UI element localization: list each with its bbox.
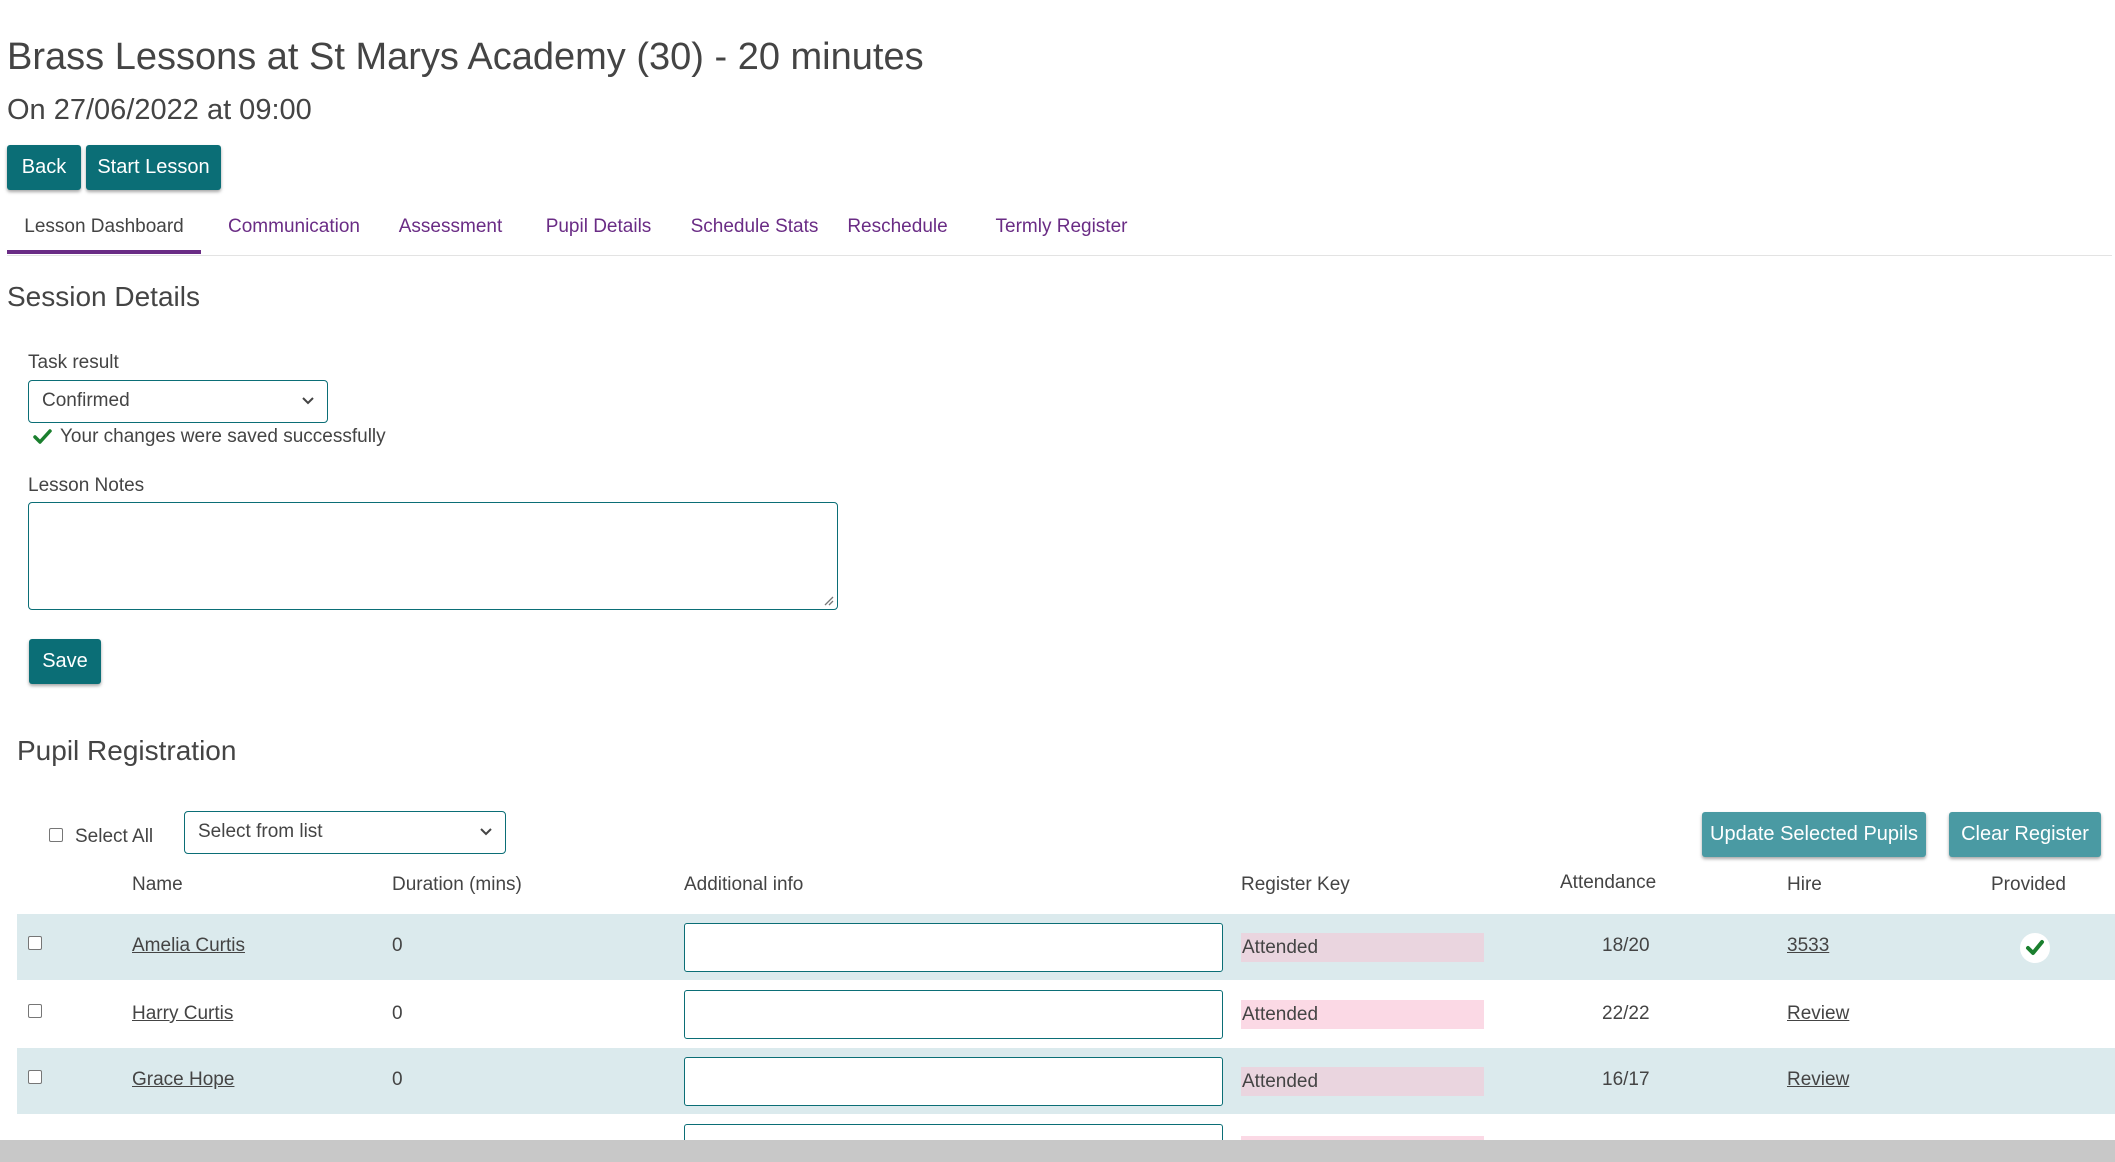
start-lesson-button[interactable]: Start Lesson xyxy=(86,145,221,190)
bulk-action-placeholder: Select from list xyxy=(198,821,323,842)
additional-info-input-partial[interactable] xyxy=(684,1124,1223,1140)
table-row: Grace Hope 0 Attended 16/17 Review xyxy=(17,1048,2115,1114)
additional-info-input[interactable] xyxy=(684,1057,1223,1106)
task-result-select[interactable]: Confirmed xyxy=(28,380,328,423)
tab-schedule-stats[interactable]: Schedule Stats xyxy=(684,208,825,254)
page-title: Brass Lessons at St Marys Academy (30) -… xyxy=(7,36,924,78)
pupil-name-link[interactable]: Grace Hope xyxy=(132,1069,234,1091)
task-result-value: Confirmed xyxy=(42,390,130,411)
lesson-notes-label: Lesson Notes xyxy=(28,475,145,496)
lesson-notes-input[interactable] xyxy=(28,502,838,610)
row-checkbox[interactable] xyxy=(28,936,42,950)
additional-info-input[interactable] xyxy=(684,923,1223,972)
bulk-action-select[interactable]: Select from list xyxy=(184,811,506,854)
register-key-select[interactable]: Attended xyxy=(1241,1000,1484,1029)
success-message: Your changes were saved successfully xyxy=(33,426,386,448)
update-selected-pupils-button[interactable]: Update Selected Pupils xyxy=(1702,812,1926,857)
check-icon xyxy=(33,429,52,444)
column-header-duration: Duration (mins) xyxy=(392,874,522,895)
duration-value: 0 xyxy=(392,1003,403,1024)
select-all-checkbox[interactable] xyxy=(49,828,63,842)
chevron-down-icon xyxy=(302,397,314,405)
column-header-additional-info: Additional info xyxy=(684,874,804,895)
column-header-hire: Hire xyxy=(1787,874,1822,895)
tab-lesson-dashboard[interactable]: Lesson Dashboard xyxy=(7,208,201,254)
tab-bar: Lesson Dashboard Communication Assessmen… xyxy=(7,208,2112,256)
tab-termly-register[interactable]: Termly Register xyxy=(970,208,1153,254)
attendance-value: 18/20 xyxy=(1602,935,1650,956)
pupil-registration-heading: Pupil Registration xyxy=(17,735,237,766)
chevron-down-icon xyxy=(480,828,492,836)
lesson-page: Brass Lessons at St Marys Academy (30) -… xyxy=(0,0,2115,1140)
table-row: Amelia Curtis 0 Attended 18/20 3533 xyxy=(17,914,2115,980)
attendance-value: 16/17 xyxy=(1602,1069,1650,1090)
pupil-name-link[interactable]: Amelia Curtis xyxy=(132,935,245,957)
column-header-provided: Provided xyxy=(1991,874,2066,895)
duration-value: 0 xyxy=(392,1069,403,1090)
tab-communication[interactable]: Communication xyxy=(215,208,373,254)
save-button[interactable]: Save xyxy=(29,639,101,684)
column-header-register-key: Register Key xyxy=(1241,874,1350,895)
resize-handle-icon[interactable] xyxy=(822,594,834,606)
success-text: Your changes were saved successfully xyxy=(60,426,386,447)
hire-link[interactable]: Review xyxy=(1787,1069,1849,1091)
tab-pupil-details[interactable]: Pupil Details xyxy=(528,208,669,254)
register-key-select[interactable]: Attended xyxy=(1241,1067,1484,1096)
back-button[interactable]: Back xyxy=(7,145,81,190)
hire-link[interactable]: 3533 xyxy=(1787,935,1829,957)
row-checkbox[interactable] xyxy=(28,1004,42,1018)
attendance-value: 22/22 xyxy=(1602,1003,1650,1024)
tab-reschedule[interactable]: Reschedule xyxy=(840,208,955,254)
tab-assessment[interactable]: Assessment xyxy=(388,208,513,254)
register-key-select[interactable]: Attended xyxy=(1241,933,1484,962)
hire-link[interactable]: Review xyxy=(1787,1003,1849,1025)
row-checkbox[interactable] xyxy=(28,1070,42,1084)
pupil-name-link[interactable]: Harry Curtis xyxy=(132,1003,233,1025)
lesson-datetime: On 27/06/2022 at 09:00 xyxy=(7,94,312,126)
clear-register-button[interactable]: Clear Register xyxy=(1949,812,2101,857)
task-result-label: Task result xyxy=(28,352,119,373)
column-header-attendance: Attendance xyxy=(1560,872,1657,893)
duration-value: 0 xyxy=(392,935,403,956)
provided-check-icon xyxy=(2020,933,2050,963)
horizontal-scrollbar[interactable] xyxy=(0,1140,2115,1162)
additional-info-input[interactable] xyxy=(684,990,1223,1039)
table-row: Harry Curtis 0 Attended 22/22 Review xyxy=(17,981,2115,1047)
session-details-heading: Session Details xyxy=(7,281,200,312)
column-header-name: Name xyxy=(132,874,183,895)
select-all-label: Select All xyxy=(75,826,154,847)
